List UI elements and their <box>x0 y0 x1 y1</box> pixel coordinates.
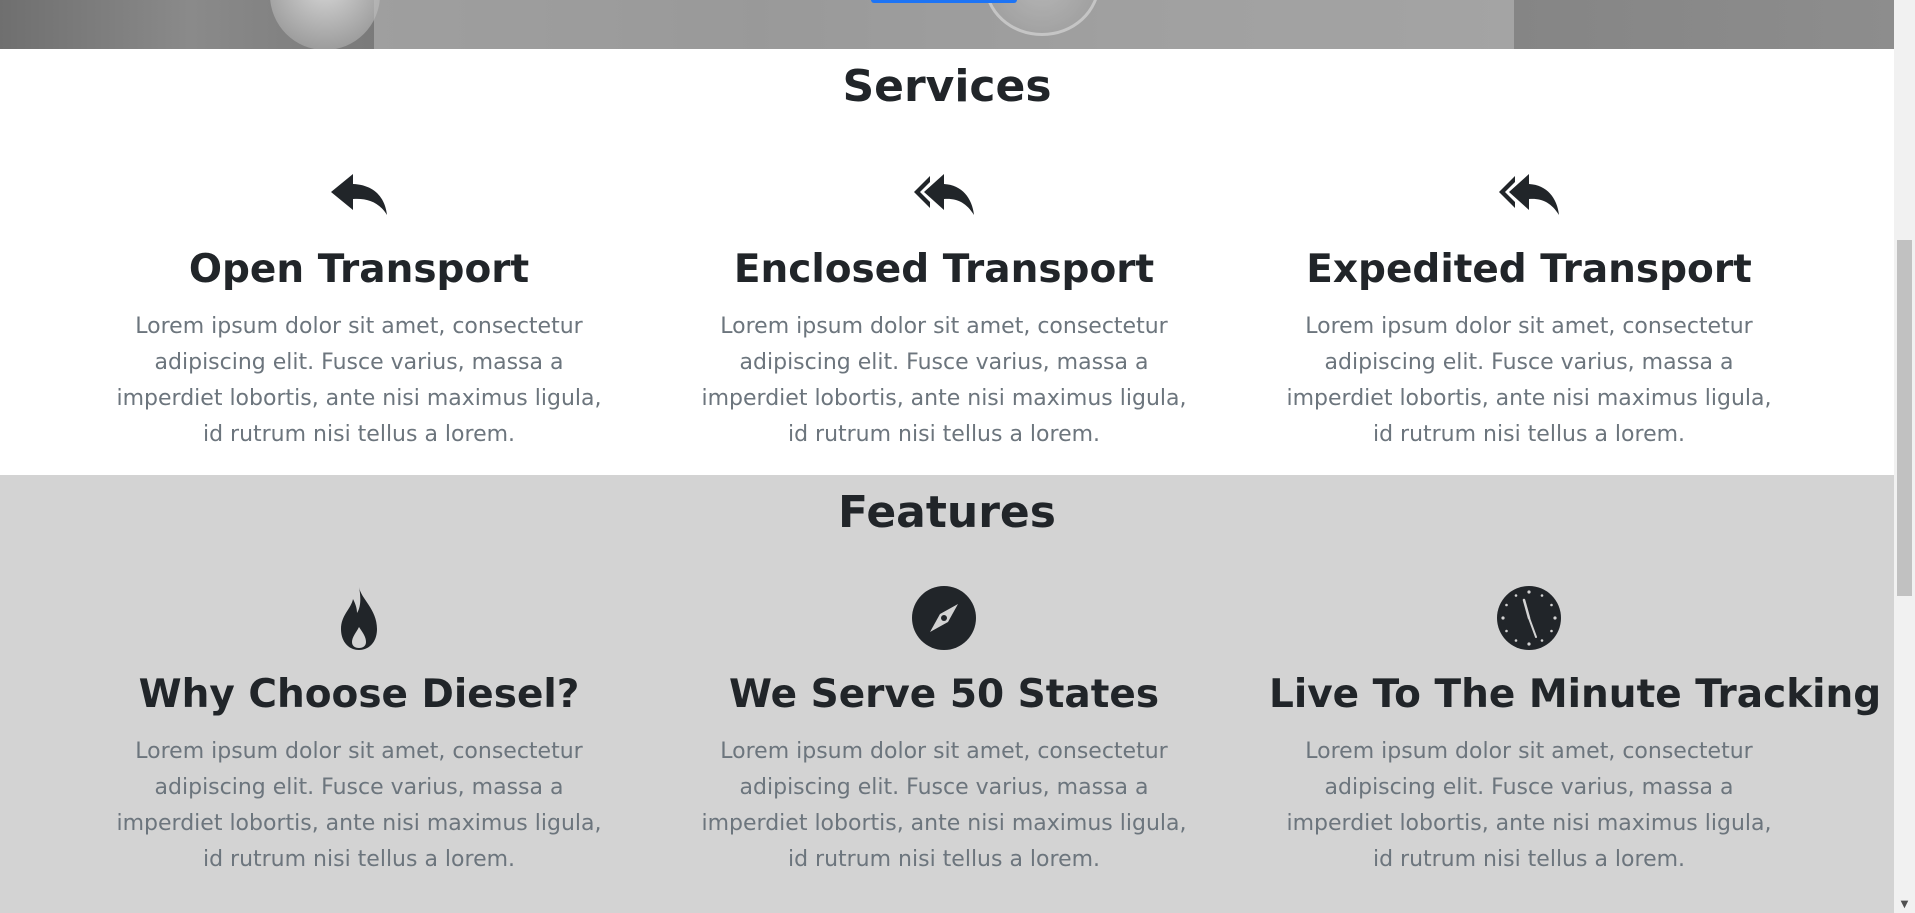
hero-overlay <box>374 0 1514 49</box>
reply-all-icon <box>684 159 1204 229</box>
hero-car-image <box>270 0 380 49</box>
fire-icon <box>99 583 619 653</box>
clock-icon <box>1269 583 1789 653</box>
feature-heading: Why Choose Diesel? <box>138 672 580 717</box>
features-section: Features Why Choose Diesel? Lorem ipsum … <box>0 475 1894 913</box>
services-title: Services <box>842 61 1052 112</box>
hero-wheel-image <box>984 0 1100 36</box>
compass-icon <box>684 583 1204 653</box>
service-description: Lorem ipsum dolor sit amet, consectetur … <box>116 314 602 447</box>
feature-heading: We Serve 50 States <box>728 672 1160 717</box>
feature-heading: Live To The Minute Tracking <box>1269 672 1882 717</box>
scrollbar-thumb[interactable] <box>1897 240 1912 596</box>
services-section: Services Open Transport Lorem ipsum dolo… <box>0 49 1894 475</box>
reply-all-icon <box>1269 159 1789 229</box>
hero-banner <box>0 0 1894 49</box>
features-title: Features <box>838 487 1056 538</box>
feature-description: Lorem ipsum dolor sit amet, consectetur … <box>1286 739 1772 872</box>
page-content: Services Open Transport Lorem ipsum dolo… <box>0 0 1894 913</box>
page: Services Open Transport Lorem ipsum dolo… <box>0 0 1915 913</box>
feature-description: Lorem ipsum dolor sit amet, consectetur … <box>701 739 1187 872</box>
service-heading: Expedited Transport <box>1306 247 1752 292</box>
service-heading: Open Transport <box>188 247 530 292</box>
feature-description: Lorem ipsum dolor sit amet, consectetur … <box>116 739 602 872</box>
vertical-scrollbar[interactable]: ▼ <box>1894 0 1915 913</box>
service-heading: Enclosed Transport <box>733 247 1155 292</box>
service-description: Lorem ipsum dolor sit amet, consectetur … <box>1286 314 1772 447</box>
service-description: Lorem ipsum dolor sit amet, consectetur … <box>701 314 1187 447</box>
reply-icon <box>99 159 619 229</box>
hero-cta-button[interactable] <box>871 0 1017 3</box>
scroll-down-arrow-icon[interactable]: ▼ <box>1894 896 1915 913</box>
